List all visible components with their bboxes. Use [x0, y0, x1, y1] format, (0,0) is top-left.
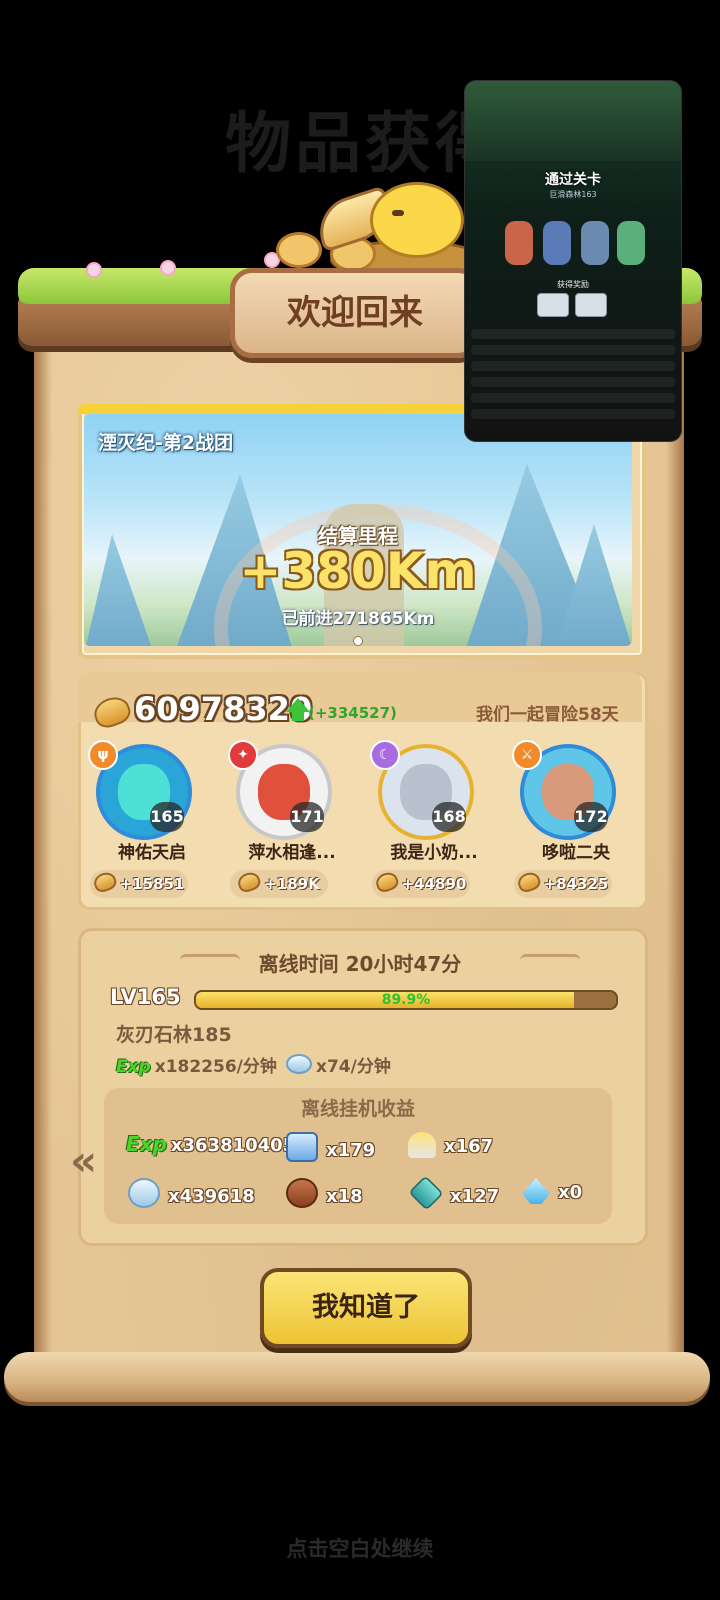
- up-arrow-icon: [286, 698, 310, 712]
- reward-item: x179: [286, 1132, 375, 1162]
- hero-name: 神佑天启: [118, 843, 186, 863]
- hero-gain: +84325: [514, 869, 612, 898]
- chick-mascot-icon: [370, 182, 464, 258]
- bread-icon: [235, 869, 263, 895]
- hero-level: 165: [150, 802, 184, 832]
- hero-name: 哆啦二央: [542, 843, 610, 863]
- gift-box-icon: [286, 1132, 318, 1162]
- gains-title: 离线挂机收益: [300, 1098, 415, 1120]
- pip-reward-box: [575, 293, 607, 317]
- shell-rate: x74/分钟: [286, 1052, 391, 1077]
- banner-title: 欢迎回来: [287, 293, 423, 333]
- exp-progress-label: 89.9%: [381, 992, 431, 1008]
- shell-icon: [128, 1178, 160, 1208]
- confirm-button[interactable]: 我知道了: [260, 1268, 472, 1348]
- hero-level: 171: [290, 802, 324, 832]
- mileage-value: +380Km: [239, 542, 477, 600]
- moon-icon: ☾: [370, 740, 400, 770]
- exp-icon: Exp: [116, 1057, 151, 1077]
- pip-reward-label: 获得奖励: [557, 280, 589, 289]
- fire-icon: ✦: [228, 740, 258, 770]
- torch-icon: [408, 1132, 436, 1158]
- continue-hint[interactable]: 点击空白处继续: [0, 1533, 720, 1563]
- chevron-left-icon[interactable]: «: [70, 1136, 97, 1185]
- gem-icon: [408, 1175, 444, 1211]
- meat-icon: [286, 1178, 318, 1208]
- pip-reward-box: [537, 293, 569, 317]
- trident-icon: ψ: [88, 740, 118, 770]
- team-name: 湮灭纪-第2战团: [98, 432, 234, 454]
- bread-icon: [373, 869, 401, 895]
- pip-hero: [543, 221, 571, 265]
- hero-gain: +44890: [372, 869, 470, 898]
- crystal-icon: [522, 1178, 550, 1204]
- bread-icon: [515, 869, 543, 895]
- hero-gain: +189K: [230, 869, 328, 898]
- exp-rate: Exp x182256/分钟: [116, 1057, 277, 1077]
- hero-card[interactable]: ψ 165 神佑天启 +15851: [82, 740, 222, 898]
- bread-icon: [91, 869, 119, 895]
- pip-hero: [617, 221, 645, 265]
- hero-card[interactable]: ✦ 171 萍水相逢... +189K: [222, 740, 362, 898]
- hero-level: 168: [432, 802, 466, 832]
- reward-item: x167: [408, 1132, 493, 1158]
- stage-name: 灰刃石林185: [116, 1024, 232, 1046]
- welcome-banner: 欢迎回来: [230, 268, 480, 358]
- background-title: 物品获得: [225, 105, 505, 182]
- scroll-bottom-roll: [4, 1352, 710, 1402]
- pip-title: 通过关卡: [545, 172, 601, 188]
- hero-name: 我是小奶...: [390, 843, 478, 863]
- pip-hero: [581, 221, 609, 265]
- exp-icon: Exp: [126, 1132, 167, 1156]
- flower-icon: [86, 262, 102, 278]
- page-indicator-dot: [353, 636, 363, 646]
- sword-icon: ⚔: [512, 740, 542, 770]
- shell-icon: [286, 1054, 312, 1074]
- coin-icon: [276, 232, 322, 268]
- reward-item: x0: [522, 1178, 582, 1204]
- hero-gain: +15851: [90, 869, 188, 898]
- adventure-days: 我们一起冒险58天: [476, 705, 619, 725]
- power-delta: (+334527): [308, 704, 397, 722]
- reward-item: x18: [286, 1178, 363, 1208]
- pip-video-overlay[interactable]: 通过关卡 巨滑森林163 获得奖励: [464, 80, 682, 442]
- offline-time: 离线时间 20小时47分: [258, 952, 462, 976]
- player-level: LV165: [110, 985, 181, 1009]
- hero-card[interactable]: ⚔ 172 哆啦二央 +84325: [506, 740, 646, 898]
- reward-item: Exp x363810405: [126, 1132, 296, 1156]
- hero-card[interactable]: ☾ 168 我是小奶... +44890: [364, 740, 504, 898]
- pip-hero: [505, 221, 533, 265]
- flower-icon: [160, 260, 176, 276]
- reward-item: x439618: [128, 1178, 255, 1208]
- confirm-label: 我知道了: [312, 1292, 420, 1323]
- reward-item: x127: [408, 1175, 499, 1211]
- hero-name: 萍水相逢...: [248, 843, 336, 863]
- mileage-total: 已前进271865Km: [281, 609, 435, 629]
- pip-subtitle: 巨滑森林163: [549, 190, 597, 199]
- hero-level: 172: [574, 802, 608, 832]
